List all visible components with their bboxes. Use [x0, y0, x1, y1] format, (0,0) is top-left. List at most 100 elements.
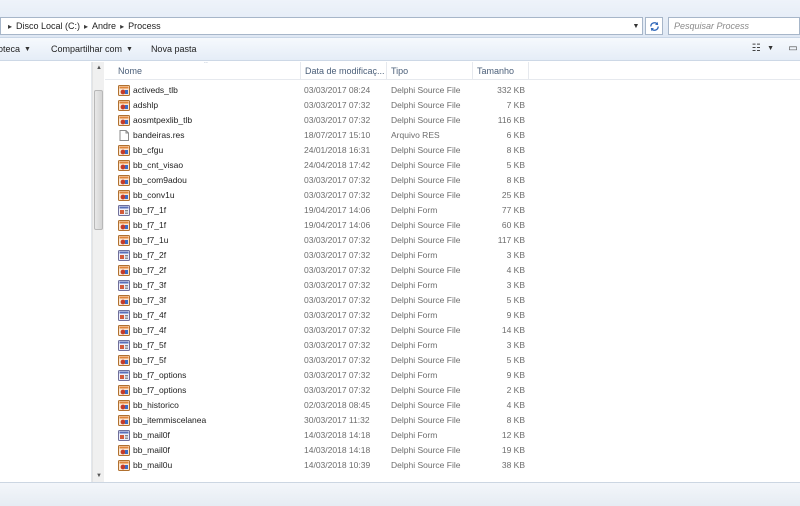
file-type: Delphi Source File: [391, 220, 461, 230]
file-type: Delphi Source File: [391, 385, 461, 395]
toolbar-share-button[interactable]: Compartilhar com ▼: [51, 44, 133, 54]
file-row[interactable]: bb_f7_options 03/03/2017 07:32 Delphi So…: [105, 383, 800, 398]
file-type: Delphi Source File: [391, 235, 461, 245]
file-row[interactable]: bb_f7_4f 03/03/2017 07:32 Delphi Source …: [105, 323, 800, 338]
chevron-down-icon[interactable]: ▼: [767, 45, 774, 52]
file-row[interactable]: bb_f7_2f 03/03/2017 07:32 Delphi Form 3 …: [105, 248, 800, 263]
file-row[interactable]: bb_f7_1f 19/04/2017 14:06 Delphi Source …: [105, 218, 800, 233]
toolbar-library-button[interactable]: oteca ▼: [0, 44, 31, 54]
delphi-source-icon: [118, 190, 130, 201]
file-row[interactable]: bb_f7_2f 03/03/2017 07:32 Delphi Source …: [105, 263, 800, 278]
file-row[interactable]: bb_mail0f 14/03/2018 14:18 Delphi Source…: [105, 443, 800, 458]
toolbar-new-folder-button[interactable]: Nova pasta: [151, 44, 197, 54]
file-type: Delphi Source File: [391, 325, 461, 335]
column-header-size[interactable]: Tamanho: [473, 62, 529, 80]
file-row[interactable]: bb_f7_3f 03/03/2017 07:32 Delphi Source …: [105, 293, 800, 308]
column-header-row: ⌃ Nome Data de modificaç... Tipo Tamanho: [105, 62, 800, 80]
view-options-icon[interactable]: ☷: [749, 41, 763, 55]
preview-pane-icon[interactable]: ▭: [786, 41, 800, 55]
file-row[interactable]: bandeiras.res 18/07/2017 15:10 Arquivo R…: [105, 128, 800, 143]
file-row[interactable]: bb_historico 02/03/2018 08:45 Delphi Sou…: [105, 398, 800, 413]
file-size: 4 KB: [506, 265, 525, 275]
chevron-right-icon[interactable]: ▸: [8, 22, 12, 31]
file-type: Delphi Form: [391, 310, 438, 320]
column-header-type[interactable]: Tipo: [387, 62, 473, 80]
file-row[interactable]: bb_com9adou 03/03/2017 07:32 Delphi Sour…: [105, 173, 800, 188]
file-name: bb_f7_2f: [133, 265, 167, 275]
file-row[interactable]: bb_f7_3f 03/03/2017 07:32 Delphi Form 3 …: [105, 278, 800, 293]
breadcrumb-andre[interactable]: Andre: [92, 21, 116, 31]
file-row[interactable]: bb_f7_1u 03/03/2017 07:32 Delphi Source …: [105, 233, 800, 248]
file-type: Delphi Source File: [391, 115, 461, 125]
file-row[interactable]: bb_mail0u 14/03/2018 10:39 Delphi Source…: [105, 458, 800, 473]
file-row[interactable]: aosmtpexlib_tlb 03/03/2017 07:32 Delphi …: [105, 113, 800, 128]
navigation-scrollbar[interactable]: ▲ ▼: [92, 62, 104, 482]
address-bar[interactable]: ▸ Disco Local (C:) ▸ Andre ▸ Process ▼: [0, 17, 643, 35]
file-type: Delphi Source File: [391, 445, 461, 455]
search-input[interactable]: Pesquisar Process: [668, 17, 800, 35]
chevron-right-icon[interactable]: ▸: [84, 22, 88, 31]
delphi-source-icon: [118, 115, 130, 126]
refresh-button[interactable]: [645, 17, 663, 35]
file-size: 19 KB: [501, 445, 525, 455]
file-date: 24/01/2018 16:31: [304, 145, 371, 155]
file-name: bandeiras.res: [133, 130, 185, 140]
delphi-source-icon: [118, 295, 130, 306]
file-date: 14/03/2018 14:18: [304, 430, 371, 440]
file-rows: activeds_tlb 03/03/2017 08:24 Delphi Sou…: [105, 83, 800, 473]
delphi-form-icon: [118, 250, 130, 261]
file-size: 25 KB: [501, 190, 525, 200]
delphi-form-icon: [118, 340, 130, 351]
file-name: aosmtpexlib_tlb: [133, 115, 193, 125]
breadcrumb-process[interactable]: Process: [128, 21, 161, 31]
file-row[interactable]: bb_conv1u 03/03/2017 07:32 Delphi Source…: [105, 188, 800, 203]
breadcrumb-drive[interactable]: Disco Local (C:): [16, 21, 80, 31]
column-header-date[interactable]: Data de modificaç...: [301, 62, 387, 80]
file-row[interactable]: bb_f7_5f 03/03/2017 07:32 Delphi Source …: [105, 353, 800, 368]
file-row[interactable]: activeds_tlb 03/03/2017 08:24 Delphi Sou…: [105, 83, 800, 98]
file-row[interactable]: bb_f7_4f 03/03/2017 07:32 Delphi Form 9 …: [105, 308, 800, 323]
file-type: Delphi Source File: [391, 175, 461, 185]
file-name: bb_f7_1u: [133, 235, 169, 245]
file-size: 8 KB: [506, 415, 525, 425]
file-date: 03/03/2017 07:32: [304, 265, 371, 275]
file-type: Delphi Source File: [391, 460, 461, 470]
file-row[interactable]: bb_cnt_visao 24/04/2018 17:42 Delphi Sou…: [105, 158, 800, 173]
file-size: 4 KB: [506, 400, 525, 410]
navigation-pane[interactable]: [0, 62, 92, 482]
delphi-form-icon: [118, 370, 130, 381]
file-size: 3 KB: [506, 280, 525, 290]
delphi-form-icon: [118, 430, 130, 441]
file-list[interactable]: ⌃ Nome Data de modificaç... Tipo Tamanho…: [105, 62, 800, 482]
file-name: bb_f7_4f: [133, 325, 167, 335]
file-row[interactable]: adshlp 03/03/2017 07:32 Delphi Source Fi…: [105, 98, 800, 113]
file-name: bb_mail0f: [133, 445, 170, 455]
file-row[interactable]: bb_f7_1f 19/04/2017 14:06 Delphi Form 77…: [105, 203, 800, 218]
file-name: bb_mail0f: [133, 430, 170, 440]
column-header-name[interactable]: Nome: [105, 62, 301, 80]
file-date: 03/03/2017 07:32: [304, 385, 371, 395]
toolbar-share-label: Compartilhar com: [50, 44, 122, 54]
chevron-down-icon: ▼: [24, 45, 31, 53]
file-row[interactable]: bb_f7_options 03/03/2017 07:32 Delphi Fo…: [105, 368, 800, 383]
file-row[interactable]: bb_mail0f 14/03/2018 14:18 Delphi Form 1…: [105, 428, 800, 443]
scroll-down-icon[interactable]: ▼: [93, 470, 105, 482]
delphi-source-icon: [118, 85, 130, 96]
file-type: Delphi Source File: [391, 415, 461, 425]
address-history-dropdown-icon[interactable]: ▼: [630, 18, 642, 34]
file-size: 60 KB: [501, 220, 525, 230]
scroll-up-icon[interactable]: ▲: [93, 62, 105, 74]
scrollbar-thumb[interactable]: [94, 90, 103, 230]
delphi-source-icon: [118, 175, 130, 186]
file-type: Delphi Form: [391, 340, 438, 350]
file-row[interactable]: bb_itemmiscelanea 30/03/2017 11:32 Delph…: [105, 413, 800, 428]
file-name: bb_cfgu: [133, 145, 164, 155]
file-row[interactable]: bb_cfgu 24/01/2018 16:31 Delphi Source F…: [105, 143, 800, 158]
file-type: Delphi Source File: [391, 190, 461, 200]
file-type: Delphi Form: [391, 370, 438, 380]
chevron-right-icon[interactable]: ▸: [120, 22, 124, 31]
file-size: 3 KB: [506, 340, 525, 350]
file-date: 02/03/2018 08:45: [304, 400, 371, 410]
address-region: ▸ Disco Local (C:) ▸ Andre ▸ Process ▼ P…: [0, 0, 800, 38]
file-row[interactable]: bb_f7_5f 03/03/2017 07:32 Delphi Form 3 …: [105, 338, 800, 353]
